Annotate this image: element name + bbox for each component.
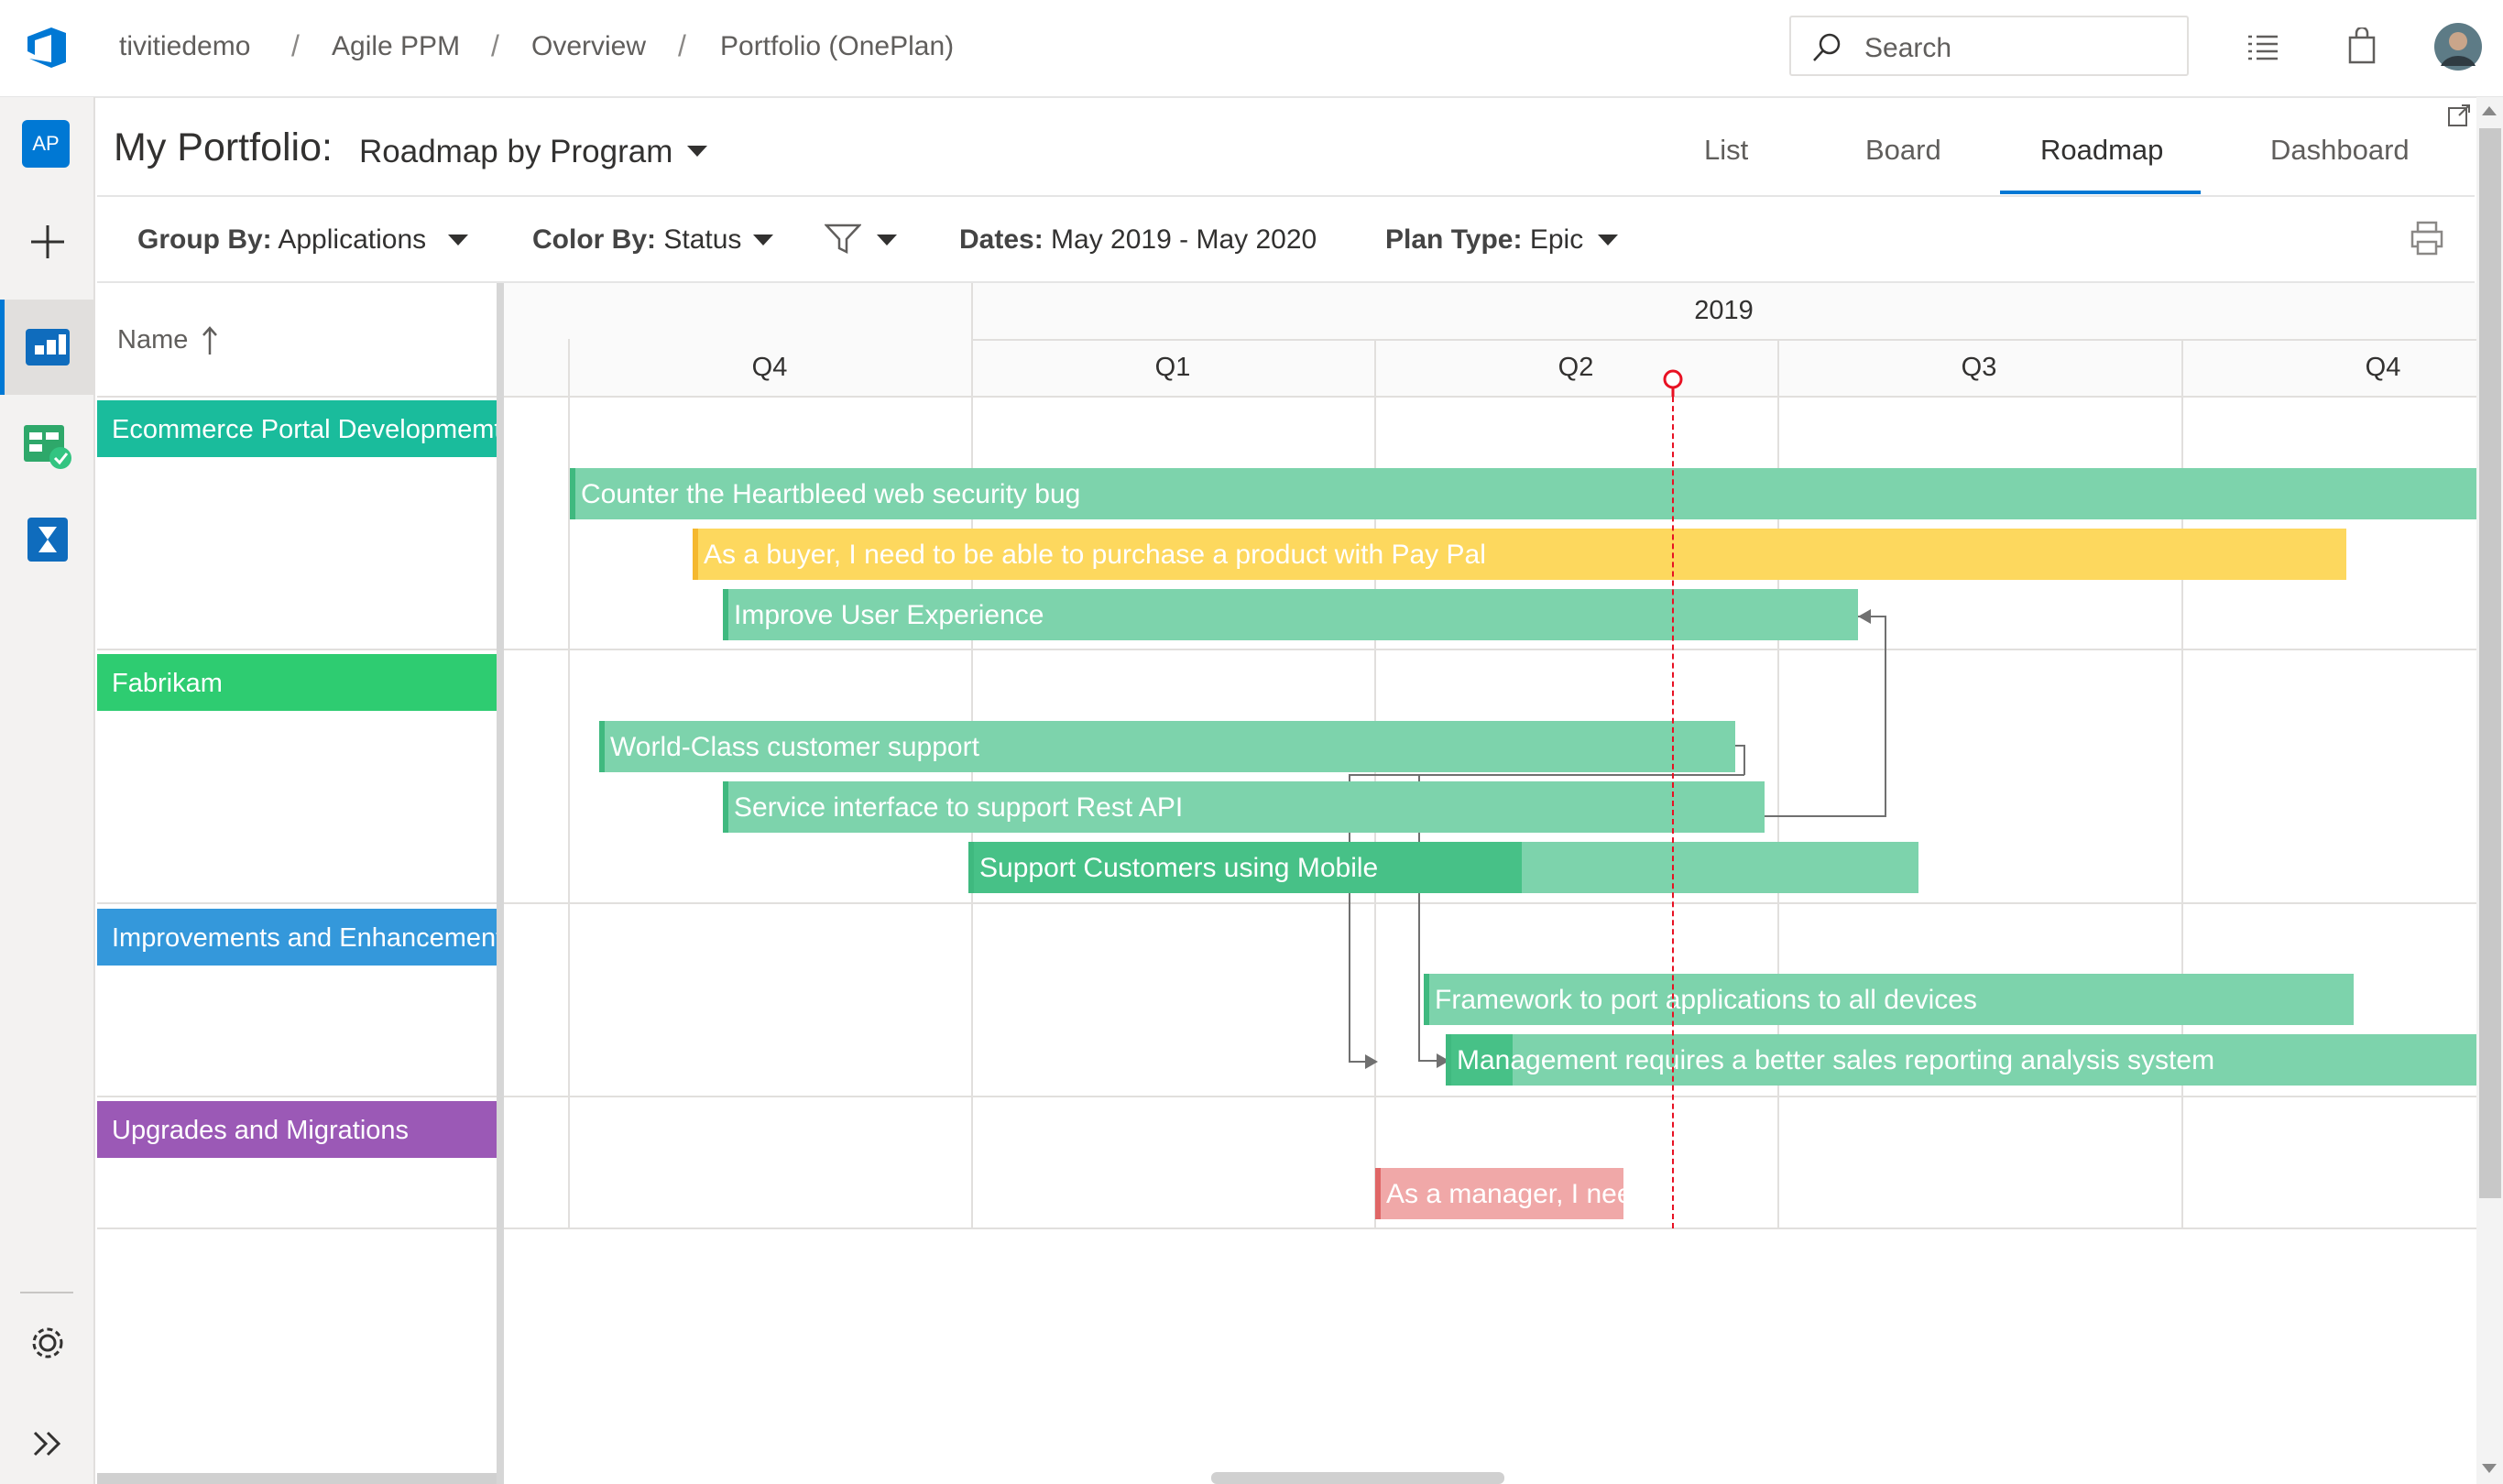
page-title: My Portfolio: (114, 125, 333, 169)
project-badge-icon[interactable]: AP (22, 120, 70, 168)
roadmap-bar[interactable]: As a buyer, I need to be able to purchas… (693, 529, 2346, 580)
scroll-up-icon[interactable] (2482, 106, 2497, 115)
tab-board[interactable]: Board (1865, 134, 1941, 167)
breadcrumb-project[interactable]: Agile PPM (332, 31, 460, 62)
bar-label: As a manager, I nee (1386, 1179, 1623, 1209)
vertical-scrollbar-thumb[interactable] (2479, 128, 2501, 1198)
roadmap-bar[interactable]: As a manager, I nee (1375, 1168, 1623, 1219)
roadmap-bar[interactable]: Management requires a better sales repor… (1446, 1034, 2476, 1086)
row-divider (97, 902, 497, 904)
dates-value: May 2019 - May 2020 (1051, 224, 1317, 255)
azure-devops-logo-icon[interactable] (24, 24, 71, 71)
bar-label: Support Customers using Mobile (979, 853, 1379, 883)
plan-type-label: Plan Type: (1385, 224, 1523, 255)
user-avatar[interactable] (2433, 22, 2483, 71)
view-selector[interactable]: Roadmap by Program (359, 134, 672, 170)
rail-divider (20, 1292, 73, 1293)
view-selector-caret-icon[interactable] (687, 146, 707, 157)
group-by-dropdown[interactable]: Group By: Applications (137, 224, 426, 256)
filter-icon[interactable] (825, 223, 861, 256)
roadmap-bar[interactable]: Framework to port applications to all de… (1424, 974, 2354, 1025)
roadmap-bar[interactable]: Counter the Heartbleed web security bug (570, 468, 2476, 519)
tab-dashboard[interactable]: Dashboard (2270, 134, 2410, 167)
search-input[interactable]: Search (1789, 16, 2189, 76)
bar-label: Framework to port applications to all de… (1435, 985, 1977, 1015)
bar-label: Counter the Heartbleed web security bug (581, 479, 1081, 509)
today-marker-icon (1663, 369, 1683, 397)
timeline-horizontal-scrollbar-thumb[interactable] (1211, 1472, 1504, 1484)
plan-type-value: Epic (1529, 224, 1584, 255)
breadcrumb-separator: / (491, 29, 499, 62)
expand-rail-icon[interactable] (22, 1418, 73, 1469)
marketplace-bag-icon[interactable] (2345, 27, 2378, 64)
dates-range-selector[interactable]: Dates: May 2019 - May 2020 (959, 224, 1317, 256)
left-navigation-rail: AP (0, 97, 95, 1484)
print-icon[interactable] (2410, 220, 2444, 256)
tab-list[interactable]: List (1704, 134, 1748, 167)
work-items-list-icon[interactable] (2246, 31, 2279, 62)
bar-label: Service interface to support Rest API (734, 792, 1184, 823)
filter-caret-icon[interactable] (877, 235, 897, 246)
active-tab-indicator (2000, 191, 2201, 194)
roadmap-bar[interactable]: Support Customers using Mobile (968, 842, 1918, 893)
search-icon (1813, 33, 1841, 61)
test-plans-icon[interactable] (22, 420, 73, 471)
column-splitter[interactable] (497, 283, 504, 1484)
breadcrumb-separator: / (678, 29, 686, 62)
name-column: Name Ecommerce Portal Developmemt Fabrik… (97, 283, 497, 1484)
breadcrumb-separator: / (291, 29, 300, 62)
boards-icon[interactable] (22, 320, 73, 371)
top-bar: tivitiedemo / Agile PPM / Overview / Por… (0, 0, 2503, 98)
group-label-upgrades[interactable]: Upgrades and Migrations (97, 1101, 497, 1158)
color-by-label: Color By: (532, 224, 656, 255)
name-column-horizontal-scrollbar[interactable] (97, 1473, 497, 1484)
search-placeholder: Search (1864, 33, 1952, 63)
tab-roadmap[interactable]: Roadmap (2040, 134, 2163, 167)
group-by-caret-icon[interactable] (448, 235, 468, 246)
row-divider (97, 1228, 497, 1229)
roadmap-bar[interactable]: World-Class customer support (599, 721, 1735, 772)
breadcrumb-overview[interactable]: Overview (531, 31, 646, 62)
settings-gear-icon[interactable] (22, 1317, 73, 1369)
add-icon[interactable] (22, 216, 73, 267)
name-column-header[interactable]: Name (117, 325, 188, 355)
sort-ascending-icon[interactable] (202, 325, 218, 356)
row-divider (97, 649, 497, 650)
header-divider (97, 195, 2475, 197)
color-by-dropdown[interactable]: Color By: Status (532, 224, 741, 256)
row-divider (97, 396, 497, 398)
roadmap-bar[interactable]: Service interface to support Rest API (723, 781, 1765, 833)
group-label-fabrikam[interactable]: Fabrikam (97, 654, 497, 711)
today-line (1672, 378, 1674, 1228)
bar-label: World-Class customer support (610, 732, 979, 762)
group-label-ecommerce[interactable]: Ecommerce Portal Developmemt (97, 400, 497, 457)
row-divider (97, 1096, 497, 1097)
group-by-value: Applications (278, 224, 427, 255)
breadcrumb-org[interactable]: tivitiedemo (119, 31, 250, 62)
scroll-down-icon[interactable] (2482, 1464, 2497, 1473)
roadmap-timeline: 2019 Q4 Q1 Q2 Q3 Q4 Counter the Heartble… (504, 283, 2476, 1484)
plan-type-caret-icon[interactable] (1598, 235, 1618, 246)
breadcrumb-portfolio[interactable]: Portfolio (OnePlan) (720, 31, 954, 62)
bar-label: As a buyer, I need to be able to purchas… (704, 540, 1486, 570)
plan-type-dropdown[interactable]: Plan Type: Epic (1385, 224, 1583, 256)
color-by-caret-icon[interactable] (753, 235, 773, 246)
fullscreen-icon[interactable] (2446, 103, 2472, 128)
bar-label: Improve User Experience (734, 600, 1044, 630)
pipelines-icon[interactable] (22, 514, 73, 565)
dates-label: Dates: (959, 224, 1044, 255)
group-label-improvements[interactable]: Improvements and Enhancements (97, 909, 497, 966)
group-by-label: Group By: (137, 224, 272, 255)
color-by-value: Status (663, 224, 742, 255)
bar-label: Management requires a better sales repor… (1457, 1045, 2215, 1075)
roadmap-bar[interactable]: Improve User Experience (723, 589, 1858, 640)
